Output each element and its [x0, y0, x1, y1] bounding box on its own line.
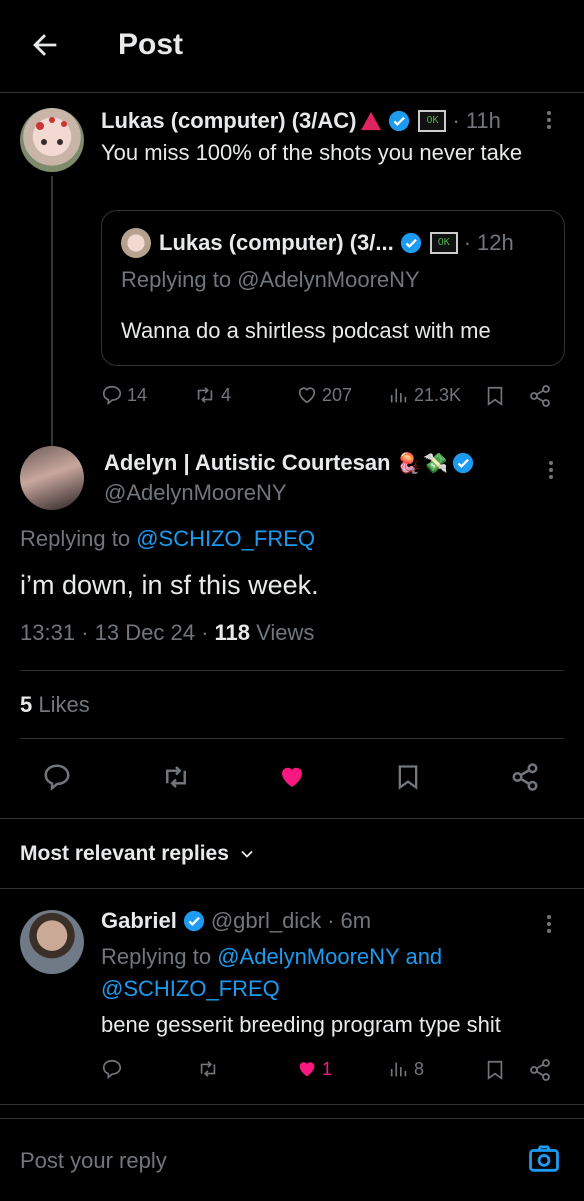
page-title: Post	[118, 28, 184, 61]
repost-count: 4	[221, 384, 232, 405]
post-time: 11h	[465, 108, 501, 133]
repost-icon	[200, 1061, 216, 1077]
author-handle: @gbrl_dick	[210, 908, 322, 933]
warning-triangle-icon	[361, 111, 382, 131]
views-label: Views	[256, 620, 315, 645]
repost-button[interactable]	[196, 1058, 220, 1080]
replies-sort-label: Most relevant replies	[20, 842, 229, 865]
avatar[interactable]	[20, 446, 84, 510]
repost-button[interactable]	[160, 762, 192, 792]
reply-icon	[102, 1059, 122, 1080]
quote-author-name: Lukas (computer) (3/...	[159, 230, 394, 255]
reply-icon	[102, 385, 122, 406]
verified-badge-icon	[389, 110, 410, 132]
verified-badge-icon	[453, 452, 474, 474]
author-name[interactable]: Lukas (computer) (3/AC)	[101, 108, 356, 134]
share-icon	[530, 385, 550, 407]
replying-handle-link[interactable]: @AdelynMooreNY	[217, 944, 399, 969]
camera-button[interactable]	[526, 1142, 562, 1176]
reply-count: 14	[127, 384, 148, 405]
replying-handle-link[interactable]: @SCHIZO_FREQ	[136, 526, 315, 551]
likes-count: 5	[20, 692, 33, 717]
camera-icon	[529, 1145, 559, 1172]
reply-icon	[44, 764, 70, 791]
post-time: 6m	[340, 908, 372, 933]
avatar	[121, 228, 151, 258]
verified-badge-icon	[183, 910, 204, 932]
post-text: i’m down, in sf this week.	[20, 570, 319, 600]
arrow-left-icon	[33, 34, 57, 56]
author-name[interactable]: Gabriel	[101, 908, 177, 934]
share-button[interactable]	[528, 384, 552, 408]
repost-button[interactable]: 4	[193, 384, 231, 406]
jellyfish-icon: 🪼	[396, 452, 422, 475]
more-options-icon[interactable]	[547, 912, 551, 936]
like-button[interactable]: 207	[296, 384, 352, 406]
share-icon	[512, 763, 538, 791]
views-icon	[390, 1062, 407, 1077]
bookmark-icon	[398, 765, 418, 790]
share-button[interactable]	[510, 762, 540, 792]
heart-filled-icon	[282, 767, 302, 787]
more-options-icon[interactable]	[547, 108, 551, 132]
bookmark-icon	[487, 386, 503, 406]
terminal-icon: OK	[429, 232, 458, 254]
heart-icon	[298, 387, 316, 404]
post-text: bene gesserit breeding program type shit	[101, 1012, 501, 1037]
bookmark-button[interactable]	[394, 762, 422, 792]
bookmark-button[interactable]	[484, 384, 506, 408]
bookmark-icon	[487, 1060, 503, 1080]
likes-stat[interactable]: 5 Likes	[20, 692, 90, 718]
quote-text: Wanna do a shirtless podcast with me	[121, 318, 491, 343]
replying-handle-link[interactable]: @SCHIZO_FREQ	[101, 976, 280, 1001]
reply-button[interactable]: 14	[101, 384, 147, 406]
more-options-icon[interactable]	[549, 458, 553, 482]
like-button[interactable]	[276, 762, 308, 792]
views-icon	[390, 388, 407, 403]
replies-sort-dropdown[interactable]: Most relevant replies	[20, 842, 257, 866]
reply-button[interactable]	[101, 1058, 123, 1080]
likes-label: Likes	[38, 692, 90, 717]
avatar[interactable]	[20, 910, 84, 974]
repost-icon	[197, 387, 213, 403]
share-button[interactable]	[528, 1058, 552, 1082]
bookmark-button[interactable]	[484, 1058, 506, 1082]
views-button[interactable]: 8	[388, 1058, 424, 1080]
like-count: 207	[322, 384, 353, 405]
chevron-down-icon	[241, 850, 253, 858]
reply-button[interactable]	[42, 762, 72, 792]
repost-icon	[166, 766, 186, 788]
views-count: 21.3K	[414, 384, 462, 405]
post-text: You miss 100% of the shots you never tak…	[101, 140, 523, 165]
money-icon: 💸	[423, 452, 449, 475]
replying-label: Replying to	[101, 944, 212, 969]
thread-line	[51, 176, 53, 448]
replying-and: and	[405, 944, 443, 969]
verified-badge-icon	[400, 232, 421, 254]
author-handle: @AdelynMooreNY	[104, 480, 287, 505]
author-name[interactable]: Adelyn | Autistic Courtesan	[104, 450, 391, 476]
views-count: 8	[414, 1058, 425, 1079]
views-count: 118	[214, 620, 251, 645]
views-button[interactable]: 21.3K	[388, 384, 461, 406]
heart-filled-icon	[299, 1062, 315, 1077]
terminal-icon: OK	[418, 110, 447, 132]
like-count: 1	[322, 1058, 333, 1079]
post-time: 13:31	[20, 620, 76, 645]
quote-time: 12h	[477, 230, 514, 255]
share-icon	[530, 1059, 550, 1081]
replying-handle: @AdelynMooreNY	[237, 267, 420, 292]
replying-label: Replying to	[121, 267, 232, 292]
replying-label: Replying to	[20, 526, 131, 551]
like-button[interactable]: 1	[296, 1058, 332, 1080]
reply-input[interactable]: Post your reply	[20, 1148, 167, 1174]
avatar[interactable]	[20, 108, 84, 172]
back-button[interactable]	[28, 28, 68, 68]
post-date: 13 Dec 24	[94, 620, 195, 645]
